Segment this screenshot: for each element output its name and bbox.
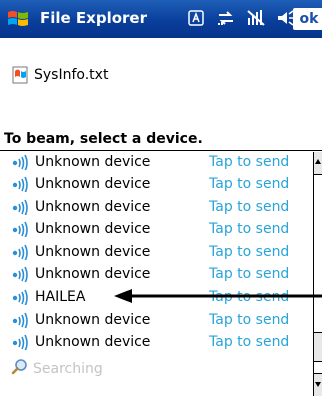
device-row[interactable]: Unknown device Tap to send bbox=[0, 174, 313, 196]
tap-to-send-link[interactable]: Tap to send bbox=[209, 221, 289, 237]
device-name: Unknown device bbox=[35, 334, 151, 350]
tap-to-send-link[interactable]: Tap to send bbox=[209, 266, 289, 282]
device-name: Unknown device bbox=[35, 244, 151, 260]
device-row[interactable]: Unknown device Tap to send bbox=[0, 242, 313, 264]
device-name: Unknown device bbox=[35, 176, 151, 192]
vertical-scrollbar[interactable] bbox=[313, 152, 322, 396]
tap-to-send-link[interactable]: Tap to send bbox=[209, 334, 289, 350]
title-bar: File Explorer ok bbox=[0, 0, 322, 38]
device-name: Unknown device bbox=[35, 221, 151, 237]
wireless-signal-icon bbox=[11, 244, 35, 262]
wireless-signal-icon bbox=[11, 176, 35, 194]
divider bbox=[0, 150, 322, 151]
device-row[interactable]: Unknown device Tap to send bbox=[0, 219, 313, 241]
tap-to-send-link[interactable]: Tap to send bbox=[209, 244, 289, 260]
device-name: Unknown device bbox=[35, 312, 151, 328]
wireless-signal-icon bbox=[11, 154, 35, 172]
signal-off-icon[interactable] bbox=[246, 7, 266, 29]
wireless-signal-icon bbox=[11, 289, 35, 307]
searching-status: Searching bbox=[11, 358, 103, 380]
magnifier-icon bbox=[11, 358, 29, 380]
device-row[interactable]: Unknown device Tap to send bbox=[0, 310, 313, 332]
start-icon[interactable] bbox=[6, 8, 30, 30]
wireless-signal-icon bbox=[11, 312, 35, 330]
scroll-down-button[interactable] bbox=[314, 373, 322, 396]
tap-to-send-link[interactable]: Tap to send bbox=[209, 199, 289, 215]
app-title: File Explorer bbox=[40, 9, 147, 27]
device-name: HAILEA bbox=[35, 289, 86, 305]
wireless-signal-icon bbox=[11, 334, 35, 352]
device-name: Unknown device bbox=[35, 154, 151, 170]
wireless-signal-icon bbox=[11, 221, 35, 239]
connectivity-icon[interactable] bbox=[216, 7, 236, 29]
device-row[interactable]: Unknown device Tap to send bbox=[0, 152, 313, 174]
tap-to-send-link[interactable]: Tap to send bbox=[209, 154, 289, 170]
text-file-icon bbox=[11, 66, 29, 84]
scroll-up-button[interactable] bbox=[314, 152, 322, 175]
device-row[interactable]: Unknown device Tap to send bbox=[0, 197, 313, 219]
tap-to-send-link[interactable]: Tap to send bbox=[209, 176, 289, 192]
wireless-signal-icon bbox=[11, 266, 35, 284]
device-name: Unknown device bbox=[35, 266, 151, 282]
file-name: SysInfo.txt bbox=[34, 67, 109, 83]
device-row[interactable]: Unknown device Tap to send bbox=[0, 332, 313, 354]
searching-text: Searching bbox=[33, 361, 103, 377]
keyboard-indicator-icon[interactable] bbox=[186, 7, 206, 29]
ok-button[interactable]: ok bbox=[293, 8, 322, 30]
beam-instruction: To beam, select a device. bbox=[4, 131, 203, 147]
device-row[interactable]: Unknown device Tap to send bbox=[0, 264, 313, 286]
file-item[interactable]: SysInfo.txt bbox=[11, 66, 108, 84]
tap-to-send-link[interactable]: Tap to send bbox=[209, 312, 289, 328]
wireless-signal-icon bbox=[11, 199, 35, 217]
scroll-thumb[interactable] bbox=[314, 332, 322, 362]
annotation-arrow bbox=[114, 289, 322, 303]
device-name: Unknown device bbox=[35, 199, 151, 215]
